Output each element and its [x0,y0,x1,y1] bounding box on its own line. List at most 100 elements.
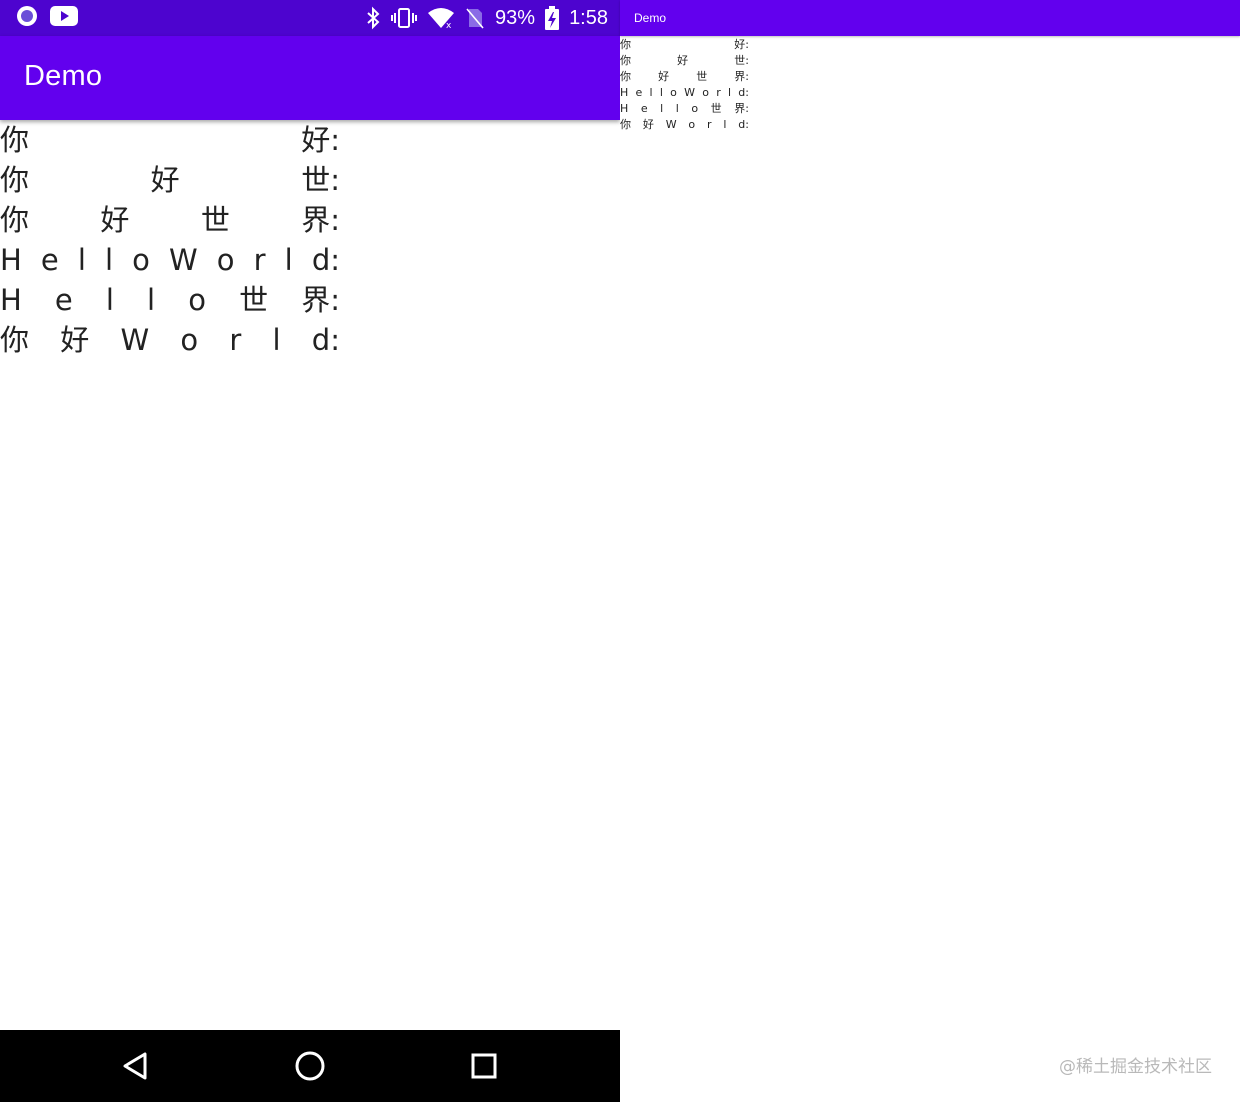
recents-icon[interactable] [466,1048,502,1084]
mini-row-char: o [670,86,677,99]
main-row-char: o [216,243,235,277]
battery-percent: 93% [495,6,536,29]
mini-preview: Demo 你好: 你好世: 你好世界: He l l o Wo r l d: He l l o 世界: 你好 Wo… [620,0,1240,1102]
main-row-char: o [132,243,150,277]
main-row-char: d: [311,323,340,357]
main-row-char: 世 [239,283,269,317]
navigation-bar [0,1030,620,1102]
svg-text:x: x [446,21,452,29]
main-row-char: 你 [0,203,30,237]
mini-app-title: Demo [634,11,667,25]
main-row-char: 好: [301,123,340,157]
mini-row-char: 好 [658,70,670,83]
main-row-char: 好 [60,323,90,357]
main-text-row: 你 好: [0,120,340,160]
watermark: @稀土掘金技术社区 [1059,1057,1212,1077]
main-text-row: He l l o Wo r l d: [0,240,340,280]
mini-justified-text-list: 你好: 你好世: 你好世界: He l l o Wo r l d: He l l o 世界: 你好 Wo r l d: [620,37,749,133]
mini-row-char: r [707,118,712,131]
main-row-char: e [40,243,59,277]
main-row-char: e [54,283,73,317]
battery-charging-icon [545,6,560,30]
main-row-char: 你 [0,323,30,357]
status-right-icons: x 93% 1:58 [365,5,608,31]
circle-notification-icon [16,5,38,31]
mini-text-row: He l l o Wo r l d: [620,85,749,101]
mini-row-char: 世 [710,102,722,115]
main-row-char: r [253,243,266,277]
mini-row-char: l [660,102,664,115]
mini-row-char: d: [738,86,749,99]
mini-row-char: l [723,118,727,131]
main-text-row: 你 好 世 界: [0,200,340,240]
mini-row-char: 你 [620,54,631,67]
vibrate-icon [391,7,418,29]
youtube-icon [50,6,78,30]
main-row-char: 世: [301,163,340,197]
mini-row-char: o [688,118,696,131]
mini-text-row: He l l o 世界: [620,101,749,117]
mini-text-row: 你 好: [620,37,749,53]
main-row-char: r [229,323,242,357]
mini-row-char: 世: [734,54,749,67]
wifi-icon: x [427,7,455,29]
main-row-char: l [147,283,156,317]
phone-screen: x 93% 1:58 Demo 你好: 你好世: 你好世界: He l l o … [0,0,620,1102]
mini-row-char: l [659,86,663,99]
mini-row-char: l [649,86,653,99]
no-sim-icon [465,7,485,29]
mini-row-char: r [716,86,721,99]
mini-row-char: 好 [642,118,654,131]
mini-row-char: 好 [677,54,689,67]
main-row-char: l [105,283,114,317]
mini-row-char: d: [738,118,749,131]
main-row-char: 你 [0,123,30,157]
main-row-char: 你 [0,163,30,197]
main-row-char: 界: [301,203,340,237]
main-row-char: o [188,283,206,317]
main-row-char: 界: [301,283,340,317]
bluetooth-icon [365,6,381,30]
mini-row-char: e [635,86,643,99]
status-time: 1:58 [569,6,608,29]
main-text-row: 你 好 世: [0,160,340,200]
mini-row-char: o [702,86,709,99]
home-icon[interactable] [292,1048,328,1084]
mini-app-bar: Demo [620,0,1240,36]
mini-row-char: e [640,102,648,115]
app-bar: Demo [0,36,620,120]
mini-row-char: 好: [734,38,749,51]
main-row-char: W [169,243,198,277]
main-row-char: H [0,283,22,317]
status-bar: x 93% 1:58 [0,0,620,36]
main-row-char: l [105,243,114,277]
mini-row-char: 你 [620,38,631,51]
main-row-char: d: [311,243,340,277]
main-row-char: 好 [150,163,180,197]
mini-row-char: 界: [734,70,749,83]
mini-row-char: l [675,102,679,115]
mini-row-char: H [620,102,629,115]
mini-row-char: 界: [734,102,749,115]
mini-row-char: W [684,86,695,99]
mini-row-char: H [620,86,629,99]
back-icon[interactable] [118,1048,154,1084]
mini-row-char: 你 [620,70,631,83]
mini-text-row: 你好 Wo r l d: [620,117,749,133]
main-row-char: 世 [200,203,230,237]
mini-row-char: l [727,86,732,99]
app-title: Demo [24,60,103,92]
justified-text-list: 你好: 你好世: 你好世界: He l l o Wo r l d: He l l o 世界: 你好 Wo r l d: [0,120,620,360]
mini-text-row: 你 好 世: [620,53,749,69]
mini-text-row: 你 好 世 界: [620,69,749,85]
main-row-char: l [272,323,281,357]
main-text-row: He l l o 世界: [0,280,340,320]
mini-row-char: W [665,118,677,131]
mini-row-char: o [691,102,699,115]
main-row-char: W [120,323,150,357]
mini-row-char: 你 [620,118,631,131]
main-row-char: l [284,243,293,277]
main-row-char: 好 [100,203,130,237]
mini-row-char: 世 [696,70,708,83]
status-left-icons [16,6,78,30]
